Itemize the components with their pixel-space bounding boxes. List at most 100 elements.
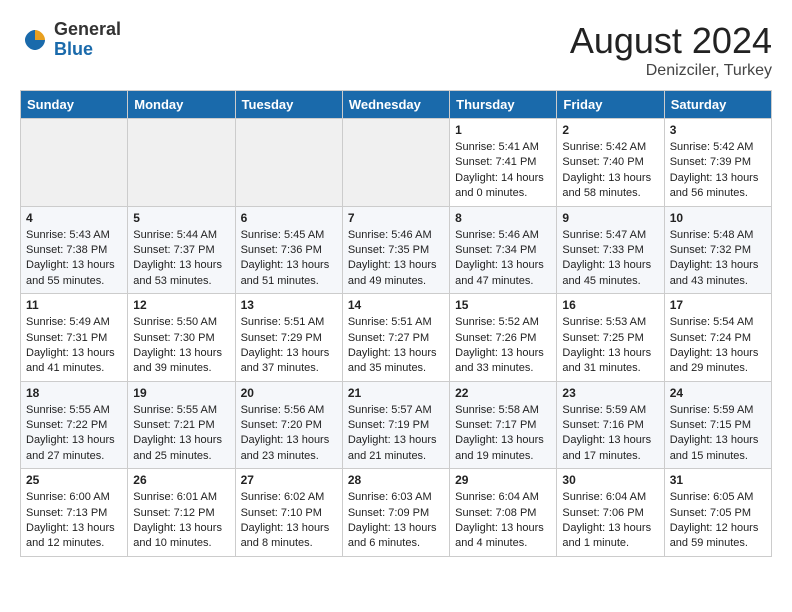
logo-text: General Blue bbox=[54, 20, 121, 60]
calendar-cell: 1Sunrise: 5:41 AM Sunset: 7:41 PM Daylig… bbox=[450, 119, 557, 207]
calendar-week-4: 18 Sunrise: 5:55 AM Sunset: 7:22 PM Dayli… bbox=[21, 381, 772, 469]
cell-content: Sunrise: 5:44 AM Sunset: 7:37 PM Dayligh… bbox=[133, 228, 229, 290]
cell-content: Sunrise: 6:04 AM Sunset: 7:06 PM Dayligh… bbox=[562, 490, 658, 552]
day-number: 26 bbox=[133, 473, 229, 487]
calendar-cell: 27 Sunrise: 6:02 AM Sunset: 7:10 PM Dayli… bbox=[235, 469, 342, 557]
calendar-cell bbox=[235, 119, 342, 207]
calendar-cell: 20Sunrise: 5:56 AM Sunset: 7:20 PM Dayli… bbox=[235, 381, 342, 469]
month-year-title: August 2024 bbox=[570, 20, 772, 62]
day-number: 17 bbox=[670, 298, 766, 312]
cell-content: Sunrise: 6:01 AM Sunset: 7:12 PM Dayligh… bbox=[133, 490, 229, 552]
calendar-cell: 5 Sunrise: 5:44 AM Sunset: 7:37 PM Daylig… bbox=[128, 206, 235, 294]
calendar-cell: 11 Sunrise: 5:49 AM Sunset: 7:31 PM Dayli… bbox=[21, 294, 128, 382]
calendar-cell: 10 Sunrise: 5:48 AM Sunset: 7:32 PM Dayli… bbox=[664, 206, 771, 294]
day-number: 9 bbox=[562, 211, 658, 225]
cell-content: Sunrise: 5:54 AM Sunset: 7:24 PM Dayligh… bbox=[670, 315, 766, 377]
day-number: 7 bbox=[348, 211, 444, 225]
header-sunday: Sunday bbox=[21, 91, 128, 119]
header-thursday: Thursday bbox=[450, 91, 557, 119]
calendar-cell: 29 Sunrise: 6:04 AM Sunset: 7:08 PM Dayli… bbox=[450, 469, 557, 557]
cell-content: Sunrise: 5:49 AM Sunset: 7:31 PM Dayligh… bbox=[26, 315, 122, 377]
calendar-cell: 15Sunrise: 5:52 AM Sunset: 7:26 PM Dayli… bbox=[450, 294, 557, 382]
calendar-body: 1Sunrise: 5:41 AM Sunset: 7:41 PM Daylig… bbox=[21, 119, 772, 557]
calendar-cell: 18 Sunrise: 5:55 AM Sunset: 7:22 PM Dayli… bbox=[21, 381, 128, 469]
day-number: 18 bbox=[26, 386, 122, 400]
calendar-cell: 14 Sunrise: 5:51 AM Sunset: 7:27 PM Dayli… bbox=[342, 294, 449, 382]
cell-content: Sunrise: 5:57 AM Sunset: 7:19 PM Dayligh… bbox=[348, 403, 444, 465]
day-number: 15 bbox=[455, 298, 551, 312]
day-number: 20 bbox=[241, 386, 337, 400]
cell-content: Sunrise: 5:42 AM Sunset: 7:40 PM Dayligh… bbox=[562, 140, 658, 202]
day-number: 16 bbox=[562, 298, 658, 312]
calendar-cell: 31 Sunrise: 6:05 AM Sunset: 7:05 PM Dayli… bbox=[664, 469, 771, 557]
day-number: 29 bbox=[455, 473, 551, 487]
calendar-week-3: 11 Sunrise: 5:49 AM Sunset: 7:31 PM Dayli… bbox=[21, 294, 772, 382]
cell-content: Sunrise: 5:48 AM Sunset: 7:32 PM Dayligh… bbox=[670, 228, 766, 290]
calendar-cell: 13 Sunrise: 5:51 AM Sunset: 7:29 PM Dayli… bbox=[235, 294, 342, 382]
header-wednesday: Wednesday bbox=[342, 91, 449, 119]
cell-content: Sunrise: 5:58 AM Sunset: 7:17 PM Dayligh… bbox=[455, 403, 551, 465]
calendar-header: Sunday Monday Tuesday Wednesday Thursday… bbox=[21, 91, 772, 119]
cell-content: Sunrise: 5:50 AM Sunset: 7:30 PM Dayligh… bbox=[133, 315, 229, 377]
day-number: 3 bbox=[670, 123, 766, 137]
calendar-cell: 25 Sunrise: 6:00 AM Sunset: 7:13 PM Dayli… bbox=[21, 469, 128, 557]
cell-content: Sunrise: 6:05 AM Sunset: 7:05 PM Dayligh… bbox=[670, 490, 766, 552]
calendar-week-1: 1Sunrise: 5:41 AM Sunset: 7:41 PM Daylig… bbox=[21, 119, 772, 207]
header-row: Sunday Monday Tuesday Wednesday Thursday… bbox=[21, 91, 772, 119]
calendar-cell bbox=[128, 119, 235, 207]
cell-content: Sunrise: 6:04 AM Sunset: 7:08 PM Dayligh… bbox=[455, 490, 551, 552]
calendar-cell: 6Sunrise: 5:45 AM Sunset: 7:36 PM Daylig… bbox=[235, 206, 342, 294]
calendar-table: Sunday Monday Tuesday Wednesday Thursday… bbox=[20, 90, 772, 557]
day-number: 19 bbox=[133, 386, 229, 400]
calendar-cell: 19Sunrise: 5:55 AM Sunset: 7:21 PM Dayli… bbox=[128, 381, 235, 469]
calendar-cell: 3 Sunrise: 5:42 AM Sunset: 7:39 PM Daylig… bbox=[664, 119, 771, 207]
day-number: 22 bbox=[455, 386, 551, 400]
cell-content: Sunrise: 5:55 AM Sunset: 7:22 PM Dayligh… bbox=[26, 403, 122, 465]
cell-content: Sunrise: 5:43 AM Sunset: 7:38 PM Dayligh… bbox=[26, 228, 122, 290]
calendar-cell: 2 Sunrise: 5:42 AM Sunset: 7:40 PM Daylig… bbox=[557, 119, 664, 207]
calendar-cell: 12 Sunrise: 5:50 AM Sunset: 7:30 PM Dayli… bbox=[128, 294, 235, 382]
day-number: 14 bbox=[348, 298, 444, 312]
day-number: 12 bbox=[133, 298, 229, 312]
calendar-cell: 4 Sunrise: 5:43 AM Sunset: 7:38 PM Daylig… bbox=[21, 206, 128, 294]
day-number: 13 bbox=[241, 298, 337, 312]
day-number: 2 bbox=[562, 123, 658, 137]
day-number: 10 bbox=[670, 211, 766, 225]
day-number: 8 bbox=[455, 211, 551, 225]
day-number: 27 bbox=[241, 473, 337, 487]
day-number: 4 bbox=[26, 211, 122, 225]
title-block: August 2024 Denizciler, Turkey bbox=[570, 20, 772, 80]
header-friday: Friday bbox=[557, 91, 664, 119]
cell-content: Sunrise: 5:46 AM Sunset: 7:35 PM Dayligh… bbox=[348, 228, 444, 290]
day-number: 21 bbox=[348, 386, 444, 400]
calendar-cell: 22 Sunrise: 5:58 AM Sunset: 7:17 PM Dayli… bbox=[450, 381, 557, 469]
cell-content: Sunrise: 5:51 AM Sunset: 7:29 PM Dayligh… bbox=[241, 315, 337, 377]
cell-content: Sunrise: 5:45 AM Sunset: 7:36 PM Dayligh… bbox=[241, 228, 337, 290]
cell-content: Sunrise: 6:03 AM Sunset: 7:09 PM Dayligh… bbox=[348, 490, 444, 552]
day-number: 25 bbox=[26, 473, 122, 487]
logo: General Blue bbox=[20, 20, 121, 60]
logo-general: General bbox=[54, 20, 121, 40]
day-number: 1 bbox=[455, 123, 551, 137]
calendar-cell: 26 Sunrise: 6:01 AM Sunset: 7:12 PM Dayli… bbox=[128, 469, 235, 557]
cell-content: Sunrise: 5:42 AM Sunset: 7:39 PM Dayligh… bbox=[670, 140, 766, 202]
day-number: 23 bbox=[562, 386, 658, 400]
calendar-cell bbox=[342, 119, 449, 207]
cell-content: Sunrise: 5:51 AM Sunset: 7:27 PM Dayligh… bbox=[348, 315, 444, 377]
calendar-week-2: 4 Sunrise: 5:43 AM Sunset: 7:38 PM Daylig… bbox=[21, 206, 772, 294]
day-number: 24 bbox=[670, 386, 766, 400]
cell-content: Sunrise: 6:02 AM Sunset: 7:10 PM Dayligh… bbox=[241, 490, 337, 552]
day-number: 5 bbox=[133, 211, 229, 225]
day-number: 30 bbox=[562, 473, 658, 487]
calendar-cell: 28 Sunrise: 6:03 AM Sunset: 7:09 PM Dayli… bbox=[342, 469, 449, 557]
calendar-cell: 17 Sunrise: 5:54 AM Sunset: 7:24 PM Dayli… bbox=[664, 294, 771, 382]
calendar-cell: 21 Sunrise: 5:57 AM Sunset: 7:19 PM Dayli… bbox=[342, 381, 449, 469]
calendar-cell bbox=[21, 119, 128, 207]
day-number: 31 bbox=[670, 473, 766, 487]
cell-content: Sunrise: 6:00 AM Sunset: 7:13 PM Dayligh… bbox=[26, 490, 122, 552]
logo-icon bbox=[20, 25, 50, 55]
calendar-cell: 9Sunrise: 5:47 AM Sunset: 7:33 PM Daylig… bbox=[557, 206, 664, 294]
day-number: 11 bbox=[26, 298, 122, 312]
header-monday: Monday bbox=[128, 91, 235, 119]
day-number: 28 bbox=[348, 473, 444, 487]
